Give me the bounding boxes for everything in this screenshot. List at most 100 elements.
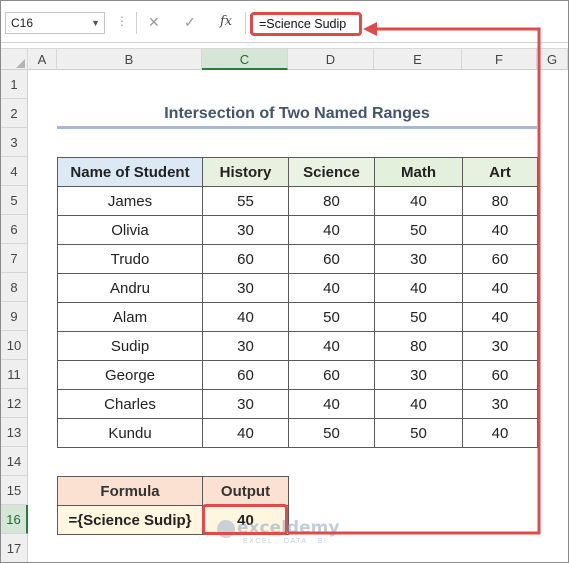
table-header-row: Name of Student History Science Math Art bbox=[57, 157, 538, 187]
table-cell[interactable]: 40 bbox=[374, 186, 463, 216]
row-header[interactable]: 17 bbox=[1, 534, 28, 562]
table-cell[interactable]: Trudo bbox=[57, 244, 203, 274]
column-header-e[interactable]: E bbox=[374, 49, 462, 70]
table-cell[interactable]: George bbox=[57, 360, 203, 390]
table-cell[interactable]: 30 bbox=[374, 244, 463, 274]
row-header[interactable]: 14 bbox=[1, 447, 28, 476]
formula-input[interactable]: =Science Sudip bbox=[250, 12, 362, 36]
name-box-value: C16 bbox=[11, 16, 34, 30]
table-cell[interactable]: 50 bbox=[374, 215, 463, 245]
row-header[interactable]: 3 bbox=[1, 128, 28, 157]
table-cell[interactable]: James bbox=[57, 186, 203, 216]
row-header[interactable]: 2 bbox=[1, 99, 28, 128]
table-cell[interactable]: 40 bbox=[462, 302, 538, 332]
row-header[interactable]: 9 bbox=[1, 302, 28, 331]
table-cell[interactable]: Kundu bbox=[57, 418, 203, 448]
header-cell[interactable]: History bbox=[202, 157, 289, 187]
student-scores-table: Name of Student History Science Math Art… bbox=[57, 157, 538, 448]
table-cell[interactable]: 30 bbox=[462, 389, 538, 419]
row-header-selected[interactable]: 16 bbox=[1, 505, 28, 534]
table-row: George 60 60 30 60 bbox=[57, 360, 538, 390]
row-header[interactable]: 5 bbox=[1, 186, 28, 215]
table-cell[interactable]: 40 bbox=[462, 418, 538, 448]
table-cell[interactable]: 40 bbox=[462, 273, 538, 303]
table-cell[interactable]: 60 bbox=[202, 244, 289, 274]
table-cell[interactable]: 40 bbox=[288, 389, 375, 419]
formula-bar: C16 ▼ ⋮ ✕ ✓ fx =Science Sudip bbox=[1, 1, 568, 43]
watermark-tagline: EXCEL · DATA · BI bbox=[243, 538, 328, 545]
header-cell[interactable]: Art bbox=[462, 157, 538, 187]
cancel-icon[interactable]: ✕ bbox=[148, 14, 160, 30]
header-cell[interactable]: Science bbox=[288, 157, 375, 187]
table-cell[interactable]: 60 bbox=[288, 244, 375, 274]
row-header[interactable]: 6 bbox=[1, 215, 28, 244]
table-cell[interactable]: Alam bbox=[57, 302, 203, 332]
table-cell[interactable]: 40 bbox=[288, 273, 375, 303]
table-row: Trudo 60 60 30 60 bbox=[57, 244, 538, 274]
row-header[interactable]: 10 bbox=[1, 331, 28, 360]
table-cell[interactable]: 60 bbox=[462, 244, 538, 274]
title-underline bbox=[57, 126, 537, 129]
insert-function-icon[interactable]: fx bbox=[220, 14, 232, 29]
sheet-title: Intersection of Two Named Ranges bbox=[164, 105, 430, 122]
table-row: Alam 40 50 50 40 bbox=[57, 302, 538, 332]
output-header-cell[interactable]: Output bbox=[202, 476, 289, 506]
spreadsheet-window: C16 ▼ ⋮ ✕ ✓ fx =Science Sudip A B C D E … bbox=[0, 0, 569, 563]
column-header-a[interactable]: A bbox=[28, 49, 57, 70]
row-header[interactable]: 1 bbox=[1, 70, 28, 99]
table-cell[interactable]: 40 bbox=[288, 215, 375, 245]
table-cell[interactable]: 60 bbox=[288, 360, 375, 390]
header-cell[interactable]: Math bbox=[374, 157, 463, 187]
column-header-c[interactable]: C bbox=[202, 49, 288, 70]
row-header[interactable]: 13 bbox=[1, 418, 28, 447]
table-row: Andru 30 40 40 40 bbox=[57, 273, 538, 303]
formula-header-cell[interactable]: Formula bbox=[57, 476, 203, 506]
column-header-f[interactable]: F bbox=[462, 49, 537, 70]
table-cell[interactable]: Sudip bbox=[57, 331, 203, 361]
table-cell[interactable]: 30 bbox=[202, 389, 289, 419]
table-cell[interactable]: Charles bbox=[57, 389, 203, 419]
table-cell[interactable]: 50 bbox=[374, 418, 463, 448]
table-cell[interactable]: 80 bbox=[462, 186, 538, 216]
table-cell[interactable]: 50 bbox=[288, 302, 375, 332]
table-row: James 55 80 40 80 bbox=[57, 186, 538, 216]
column-header-d[interactable]: D bbox=[288, 49, 374, 70]
output-highlight-box bbox=[202, 504, 288, 535]
table-cell[interactable]: 40 bbox=[462, 215, 538, 245]
check-icon[interactable]: ✓ bbox=[184, 14, 196, 30]
select-all-button[interactable] bbox=[1, 49, 28, 70]
row-header[interactable]: 15 bbox=[1, 476, 28, 505]
table-cell[interactable]: 60 bbox=[462, 360, 538, 390]
column-header-b[interactable]: B bbox=[57, 49, 202, 70]
row-header[interactable]: 12 bbox=[1, 389, 28, 418]
table-cell[interactable]: 30 bbox=[374, 360, 463, 390]
formula-text-cell[interactable]: ={Science Sudip} bbox=[57, 505, 203, 535]
table-cell[interactable]: 40 bbox=[374, 273, 463, 303]
table-cell[interactable]: 80 bbox=[374, 331, 463, 361]
table-cell[interactable]: 30 bbox=[202, 331, 289, 361]
table-cell[interactable]: 80 bbox=[288, 186, 375, 216]
more-options-icon[interactable]: ⋮ bbox=[116, 14, 128, 28]
row-header[interactable]: 7 bbox=[1, 244, 28, 273]
table-cell[interactable]: Olivia bbox=[57, 215, 203, 245]
table-cell[interactable]: 40 bbox=[202, 418, 289, 448]
formula-bar-divider bbox=[136, 12, 137, 34]
chevron-down-icon[interactable]: ▼ bbox=[91, 13, 100, 33]
table-cell[interactable]: 55 bbox=[202, 186, 289, 216]
table-cell[interactable]: 50 bbox=[288, 418, 375, 448]
table-cell[interactable]: Andru bbox=[57, 273, 203, 303]
header-cell[interactable]: Name of Student bbox=[57, 157, 203, 187]
row-header[interactable]: 4 bbox=[1, 157, 28, 186]
table-cell[interactable]: 30 bbox=[202, 215, 289, 245]
name-box[interactable]: C16 ▼ bbox=[5, 12, 105, 34]
table-cell[interactable]: 60 bbox=[202, 360, 289, 390]
table-cell[interactable]: 30 bbox=[202, 273, 289, 303]
row-header[interactable]: 11 bbox=[1, 360, 28, 389]
table-cell[interactable]: 30 bbox=[462, 331, 538, 361]
row-header[interactable]: 8 bbox=[1, 273, 28, 302]
table-cell[interactable]: 40 bbox=[374, 389, 463, 419]
table-cell[interactable]: 50 bbox=[374, 302, 463, 332]
table-cell[interactable]: 40 bbox=[288, 331, 375, 361]
column-header-g[interactable]: G bbox=[537, 49, 568, 70]
table-cell[interactable]: 40 bbox=[202, 302, 289, 332]
